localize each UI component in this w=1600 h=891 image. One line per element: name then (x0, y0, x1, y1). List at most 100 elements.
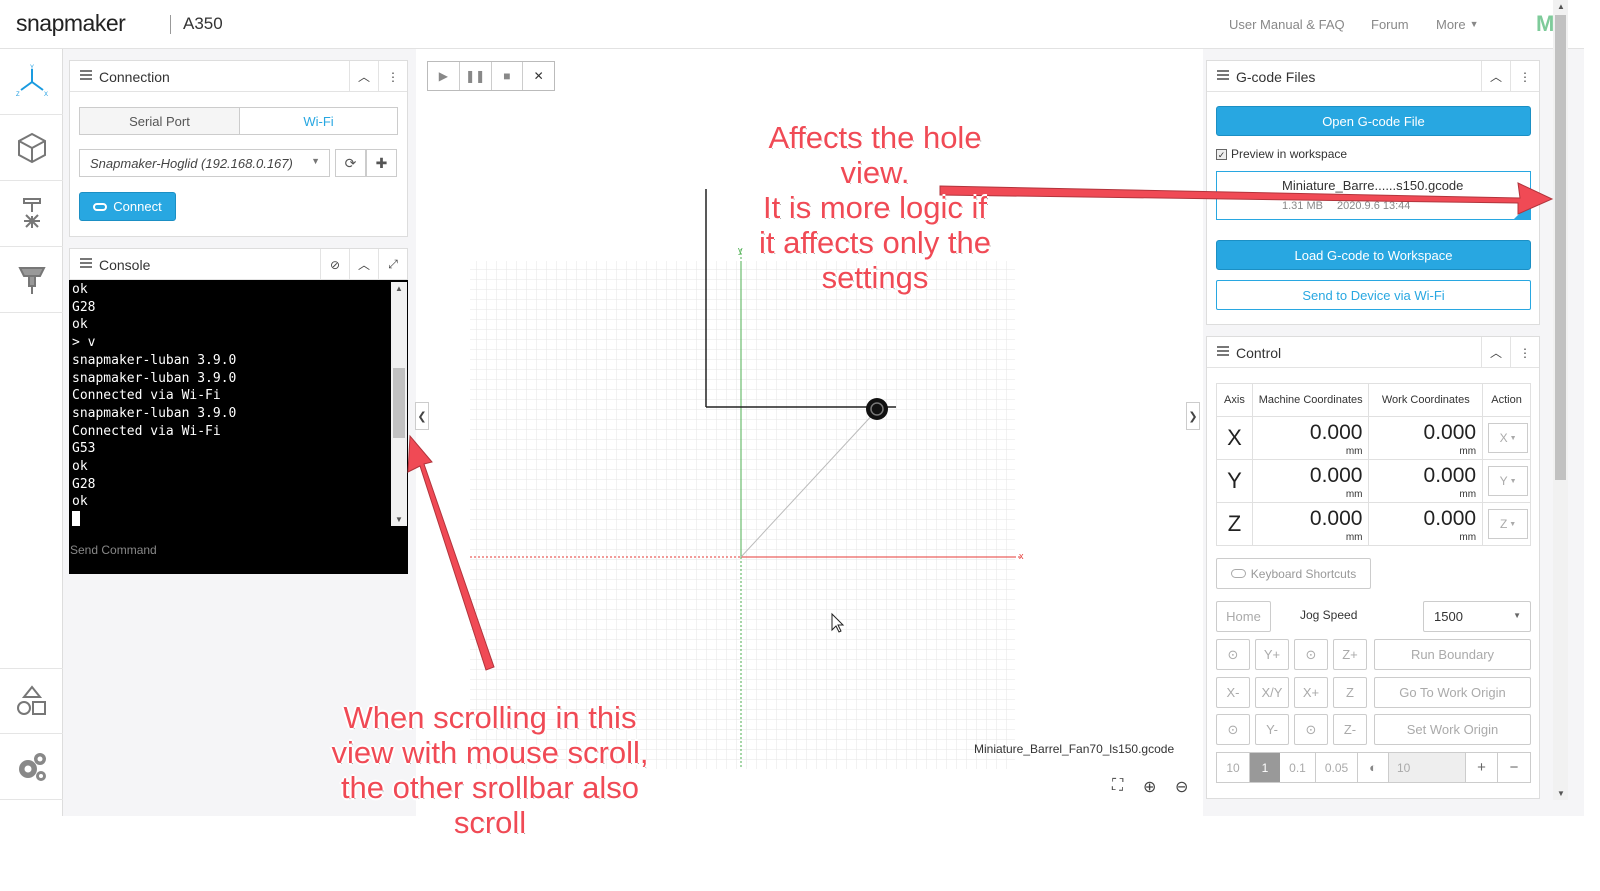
scroll-up-arrow-icon[interactable]: ▲ (1557, 2, 1565, 11)
run-boundary-button[interactable]: Run Boundary (1374, 639, 1531, 670)
workspace-axis-icon[interactable]: Y Z X (0, 49, 63, 115)
collapse-chevron-up-icon[interactable]: ︿ (349, 61, 378, 92)
go-to-work-origin-button[interactable]: Go To Work Origin (1374, 677, 1531, 708)
page-scroll-thumb[interactable] (1555, 15, 1566, 480)
send-via-wifi-button[interactable]: Send to Device via Wi-Fi (1216, 280, 1531, 310)
unit: mm (1345, 489, 1363, 500)
jog-x-plus-button[interactable]: X+ (1294, 677, 1328, 708)
forum-link[interactable]: Forum (1371, 17, 1409, 32)
action-cell: Y ▼ (1482, 459, 1531, 503)
file-date: 2020.9.6 13:44 (1337, 200, 1411, 212)
step-option-active[interactable]: 1 (1250, 753, 1280, 782)
stop-icon[interactable]: ■ (492, 62, 524, 90)
step-decrease-icon[interactable]: − (1498, 753, 1530, 782)
open-gcode-button[interactable]: Open G-code File (1216, 106, 1531, 136)
shapes-icon[interactable] (0, 668, 63, 734)
axis-label: X (1216, 416, 1253, 460)
annotation-top: Affects the hole view. It is more logic … (735, 120, 1015, 295)
checkbox-checked-icon[interactable]: ✓ (1216, 149, 1227, 160)
home-button[interactable]: Home (1216, 601, 1271, 632)
unit: mm (1345, 446, 1363, 457)
custom-step-input[interactable]: 10 (1389, 753, 1466, 782)
more-vertical-icon[interactable]: ⋮ (378, 61, 407, 92)
jog-xy-origin-button[interactable]: X/Y (1255, 677, 1289, 708)
machine-coord-cell: 0.000 mm (1251, 459, 1370, 503)
step-option[interactable]: 0.1 (1280, 753, 1316, 782)
collapse-right-chevron-icon[interactable]: ❯ (1186, 402, 1200, 430)
jog-x-minus-button[interactable]: X- (1216, 677, 1250, 708)
jog-diag-up-left-icon[interactable]: ⊙ (1216, 639, 1250, 670)
machine-value: 0.000 (1309, 421, 1363, 444)
coordinates-table: Axis Machine Coordinates Work Coordinate… (1216, 383, 1531, 546)
tab-serial-port[interactable]: Serial Port (79, 107, 240, 135)
svg-text:Z: Z (16, 92, 20, 98)
user-manual-link[interactable]: User Manual & FAQ (1229, 17, 1345, 32)
keyboard-shortcuts-button[interactable]: Keyboard Shortcuts (1216, 558, 1371, 589)
jog-z-plus-button[interactable]: Z+ (1333, 639, 1367, 670)
expand-icon[interactable]: ⤢ (378, 249, 407, 280)
jog-z-origin-button[interactable]: Z (1333, 677, 1367, 708)
jog-speed-select[interactable]: 1500 ▼ (1423, 601, 1531, 632)
console-line: snapmaker-luban 3.9.0 (72, 405, 237, 421)
scroll-down-arrow-icon[interactable]: ▼ (395, 515, 403, 524)
console-lines: ok G28 ok > v snapmaker-luban 3.9.0 snapmaker… (72, 281, 236, 530)
brand-mark-logo: M (1536, 11, 1555, 36)
snapmaker-logo[interactable]: snapmaker (16, 10, 126, 37)
more-vertical-icon[interactable]: ⋮ (1510, 337, 1539, 368)
zoom-out-icon[interactable]: ⊖ (1175, 777, 1188, 797)
load-to-workspace-button[interactable]: Load G-code to Workspace (1216, 240, 1531, 270)
fit-view-icon[interactable]: ⛶ (1112, 777, 1123, 795)
jog-diag-down-right-icon[interactable]: ⊙ (1294, 714, 1328, 745)
jog-z-minus-button[interactable]: Z- (1333, 714, 1367, 745)
collapse-chevron-up-icon[interactable]: ︿ (1481, 61, 1510, 92)
console-output[interactable]: ok G28 ok > v snapmaker-luban 3.9.0 snapmaker… (69, 280, 408, 574)
link-icon (93, 202, 108, 211)
tab-wifi[interactable]: Wi-Fi (239, 107, 398, 135)
settings-gears-icon[interactable] (0, 734, 63, 800)
jog-diag-up-right-icon[interactable]: ⊙ (1294, 639, 1328, 670)
page-scrollbar[interactable]: ▲ ▼ (1553, 0, 1568, 800)
device-select[interactable]: Snapmaker-Hoglid (192.168.0.167) ▼ (79, 149, 330, 177)
more-menu[interactable]: More ▼ (1436, 17, 1479, 32)
collapse-left-chevron-icon[interactable]: ❮ (415, 402, 429, 430)
annotation-line: it affects only the (758, 225, 992, 260)
set-work-origin-button[interactable]: Set Work Origin (1374, 714, 1531, 745)
scroll-down-arrow-icon[interactable]: ▼ (1557, 789, 1565, 798)
custom-step-toggle-icon[interactable]: ◐ (1358, 753, 1389, 782)
more-vertical-icon[interactable]: ⋮ (1510, 61, 1539, 92)
collapse-chevron-up-icon[interactable]: ︿ (1481, 337, 1510, 368)
pause-icon[interactable]: ❚❚ (460, 62, 492, 90)
refresh-icon[interactable]: ⟳ (335, 149, 366, 177)
jog-y-plus-button[interactable]: Y+ (1255, 639, 1289, 670)
x-action-dropdown[interactable]: X ▼ (1488, 423, 1529, 453)
cnc-icon[interactable] (0, 247, 63, 313)
work-coord-cell: 0.000 mm (1368, 459, 1484, 503)
send-command-input[interactable]: Send Command (70, 543, 157, 557)
laser-icon[interactable] (0, 181, 63, 247)
machine-value: 0.000 (1309, 507, 1363, 530)
3d-cube-icon[interactable] (0, 115, 63, 181)
collapse-chevron-up-icon[interactable]: ︿ (349, 249, 378, 280)
action-cell: X ▼ (1482, 416, 1531, 460)
console-scrollbar[interactable]: ▲ ▼ (391, 282, 407, 526)
jog-diag-down-left-icon[interactable]: ⊙ (1216, 714, 1250, 745)
zoom-in-icon[interactable]: ⊕ (1143, 777, 1156, 797)
connection-title: Connection (99, 69, 170, 85)
y-action-dropdown[interactable]: Y ▼ (1488, 466, 1529, 496)
clear-ban-icon[interactable]: ⊘ (320, 249, 349, 280)
step-option[interactable]: 10 (1217, 753, 1250, 782)
step-increase-icon[interactable]: + (1466, 753, 1498, 782)
annotation-line: It is more logic if (763, 190, 987, 225)
gcode-file-item[interactable]: Miniature_Barre......s150.gcode 1.31 MB … (1216, 171, 1531, 220)
scroll-up-arrow-icon[interactable]: ▲ (395, 284, 403, 293)
console-scroll-thumb[interactable] (393, 368, 405, 438)
connect-button[interactable]: Connect (79, 192, 176, 221)
play-icon[interactable]: ▶ (428, 62, 460, 90)
jog-y-minus-button[interactable]: Y- (1255, 714, 1289, 745)
preview-checkbox-row[interactable]: ✓ Preview in workspace (1216, 147, 1347, 161)
z-action-dropdown[interactable]: Z ▼ (1488, 509, 1529, 539)
add-icon[interactable]: ✚ (366, 149, 397, 177)
close-icon[interactable]: ✕ (523, 62, 554, 90)
table-row: Y 0.000 mm 0.000 mm Y ▼ (1216, 459, 1531, 503)
step-option[interactable]: 0.05 (1316, 753, 1358, 782)
